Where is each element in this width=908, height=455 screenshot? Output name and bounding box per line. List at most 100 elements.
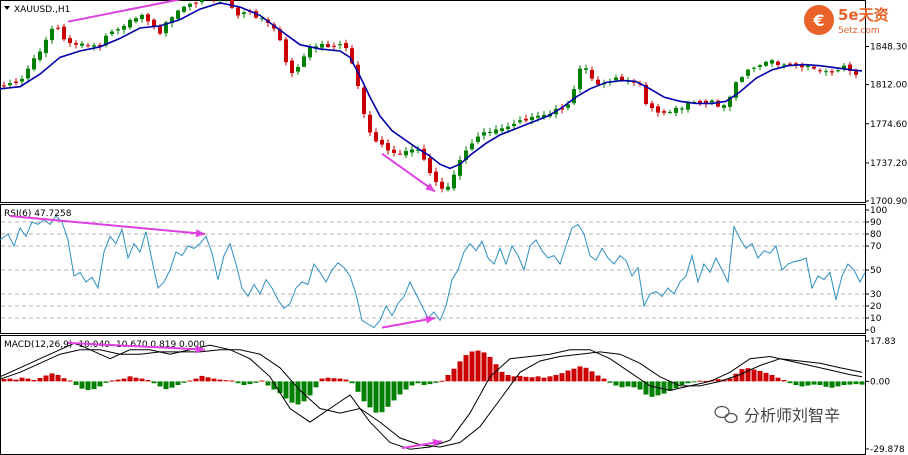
candle-body [668, 111, 672, 113]
signature-watermark: 分析师刘智辛 [714, 405, 840, 425]
price-arrow-1-head [425, 183, 435, 192]
macd-bar [163, 381, 169, 390]
macd-bar [355, 381, 361, 392]
macd-line [0, 342, 863, 450]
macd-bar [247, 381, 253, 385]
macd-bar [667, 381, 673, 391]
macd-bar [697, 380, 703, 382]
candle-body [584, 68, 588, 70]
macd-bar [505, 375, 511, 382]
macd-bar [541, 377, 547, 382]
price-panel: XAUUSD.,H1 1700.901737.201774.601812.001… [0, 0, 907, 207]
macd-bar [535, 376, 541, 382]
candle-body [422, 148, 426, 160]
macd-bar [7, 378, 13, 382]
macd-bar [49, 373, 55, 382]
macd-bar [481, 352, 487, 382]
macd-bar [181, 381, 187, 383]
candle-body [8, 83, 12, 86]
dropdown-triangle-icon[interactable] [4, 6, 10, 10]
macd-bar [811, 381, 817, 385]
price-panel-frame [0, 0, 866, 203]
macd-bar [853, 381, 859, 385]
candle-body [182, 6, 186, 12]
logo-domain-text: 5etz.com [838, 26, 880, 36]
macd-bar [427, 381, 433, 385]
macd-bar [757, 370, 763, 382]
candle-body [284, 39, 288, 63]
candle-body [2, 85, 6, 87]
candle-body [296, 67, 300, 72]
macd-bar [199, 375, 205, 382]
macd-bar [97, 381, 103, 387]
macd-bar [559, 373, 565, 382]
macd-bar [403, 381, 409, 390]
candle-body [650, 103, 654, 108]
candle-body [854, 71, 858, 75]
candle-body [482, 132, 486, 136]
macd-bar [805, 381, 811, 386]
candle-body [140, 14, 144, 19]
candle-body [824, 71, 828, 73]
candle-body [338, 44, 342, 46]
macd-bar [529, 377, 535, 382]
macd-bar [589, 371, 595, 382]
macd-bar [85, 381, 91, 390]
candle-body [326, 44, 330, 47]
macd-bar [547, 376, 553, 382]
rsi-axis-tick-label: 100 [870, 206, 887, 216]
macd-bar [859, 381, 865, 385]
macd-histogram [1, 350, 865, 413]
macd-bar [469, 351, 475, 382]
macd-bar [475, 350, 481, 382]
macd-bar [337, 378, 343, 382]
macd-bar [361, 381, 367, 402]
macd-bar [661, 381, 667, 394]
macd-bar [289, 381, 295, 403]
macd-bar [19, 377, 25, 382]
signal-line [0, 349, 863, 448]
macd-bar [739, 369, 745, 382]
candle-body [332, 45, 336, 47]
price-candles [2, 0, 858, 193]
candle-body [572, 89, 576, 104]
macd-bar [139, 378, 145, 382]
rsi-axis-tick-label: 50 [870, 266, 882, 276]
candle-body [374, 132, 378, 142]
candle-body [506, 126, 510, 130]
candle-body [176, 10, 180, 19]
macd-bar [649, 381, 655, 397]
candle-body [230, 0, 234, 8]
candle-body [44, 39, 48, 54]
macd-bar [1, 379, 7, 382]
candle-body [446, 186, 450, 190]
candle-body [524, 118, 528, 121]
candle-body [500, 128, 504, 131]
macd-bar [637, 381, 643, 390]
candle-body [494, 129, 498, 134]
candle-body [518, 120, 522, 123]
rsi-axis-tick-label: 30 [870, 290, 882, 300]
candle-body [710, 100, 714, 103]
rsi-axis-tick-label: 70 [870, 242, 882, 252]
rsi-axis-tick-label: 10 [870, 314, 882, 324]
candle-body [512, 123, 516, 126]
candle-body [476, 136, 480, 142]
rsi-line [0, 215, 866, 329]
macd-bar [607, 381, 613, 383]
macd-bar [565, 370, 571, 382]
wechat-icon [714, 405, 738, 424]
macd-bar [295, 381, 301, 405]
macd-axis-tick-label: 17.83 [870, 337, 896, 347]
macd-bar [793, 381, 799, 385]
candle-body [764, 61, 768, 66]
rsi-y-axis: 100908070503020100 [865, 206, 887, 336]
macd-bar [145, 380, 151, 382]
rsi-panel-frame [0, 204, 866, 334]
macd-bar [631, 381, 637, 388]
candle-body [50, 28, 54, 41]
macd-bar [103, 381, 109, 383]
rsi-level-lines [1, 221, 865, 319]
candle-body [818, 70, 822, 72]
macd-bar [217, 379, 223, 382]
